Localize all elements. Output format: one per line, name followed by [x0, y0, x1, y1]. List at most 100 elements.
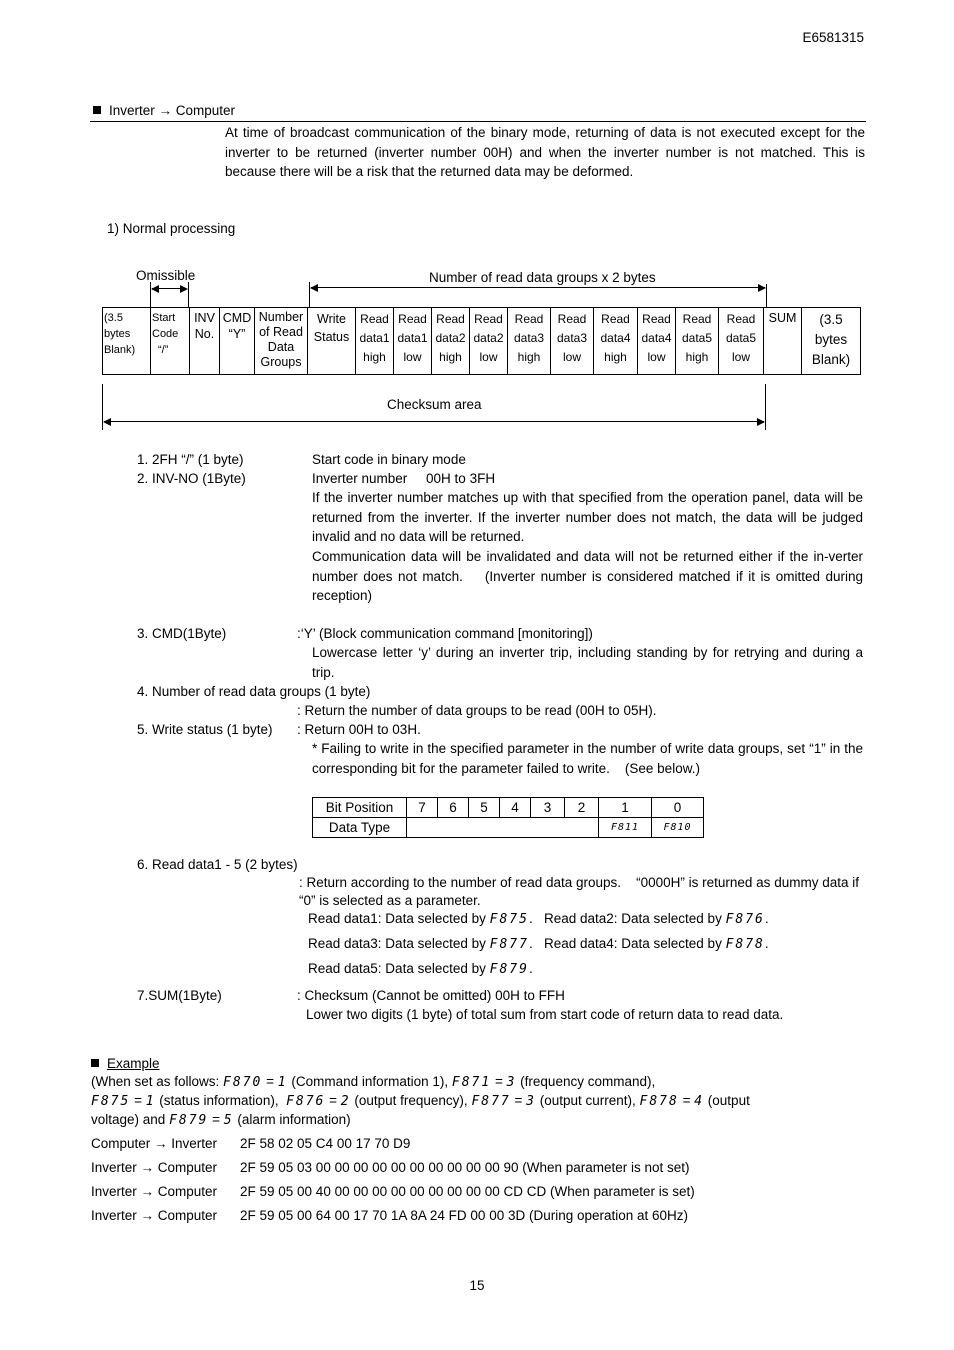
read-data-line-1: Read data1: Data selected by F875. Read … [308, 911, 769, 927]
bit-table-header-position: Bit Position [312, 797, 407, 818]
transmission-bytes: 2F 59 05 00 40 00 00 00 00 00 00 00 00 0… [240, 1184, 695, 1199]
bit-type-f810: F810 [651, 817, 704, 838]
frame-cell-read-data: Read data5 high [675, 307, 719, 375]
frame-cell-read-data: Read data1 low [393, 307, 432, 375]
transmission-direction: Computer → Inverter [91, 1136, 218, 1151]
item-2-note: Communication data will be invalidated a… [312, 549, 863, 603]
frame-cell-read-data: Read data3 high [507, 307, 551, 375]
bit-table-header-type: Data Type [312, 817, 407, 838]
frame-cell-read-data: Read data3 low [550, 307, 594, 375]
section-title: Inverter → Computer [109, 103, 236, 118]
item-1-label: 1. 2FH “/” (1 byte) [137, 452, 244, 467]
transmission-row: Inverter → Computer 2F 59 05 00 40 00 00 … [91, 1182, 695, 1202]
item-3-label: 3. CMD(1Byte) [137, 626, 227, 641]
transmission-direction: Inverter → Computer [91, 1184, 218, 1199]
transmission-row: Computer → Inverter 2F 58 02 05 C4 00 17 … [91, 1134, 410, 1154]
bit-type-f811: F811 [598, 817, 652, 838]
item-6-desc: : Return according to the number of read… [299, 875, 859, 908]
param-f878: F878 [725, 937, 765, 952]
checksum-bracket-right [765, 384, 766, 430]
bit-position: 0 [651, 797, 704, 818]
arrow-left-icon [151, 285, 159, 293]
param-f879: F879 [489, 962, 529, 977]
frame-cell-blank-start: (3.5 bytes Blank) [102, 307, 151, 375]
read-data-line-2: Read data3: Data selected by F877. Read … [308, 936, 769, 952]
item-1-desc: Start code in binary mode [312, 452, 466, 467]
bit-position: 5 [468, 797, 500, 818]
transmission-bytes: 2F 59 05 03 00 00 00 00 00 00 00 00 00 0… [240, 1160, 690, 1175]
groups-bracket-right [766, 284, 767, 307]
item-5-desc: : Return 00H to 03H. [297, 722, 421, 737]
frame-cell-read-data: Read data2 low [469, 307, 508, 375]
frame-cell-read-data: Read data4 low [637, 307, 676, 375]
item-3-detail: Lowercase letter ‘y’ during an inverter … [312, 645, 863, 680]
frame-cell-read-data: Read data5 low [718, 307, 764, 375]
read-data-line-3: Read data5: Data selected by F879. [308, 961, 533, 977]
section-intro: At time of broadcast communication of th… [225, 125, 865, 179]
item-4-desc: : Return the number of data groups to be… [297, 703, 657, 718]
example-setting-line-3: voltage) and F879 = 5 (alarm information… [91, 1112, 351, 1128]
bit-position: 6 [437, 797, 469, 818]
groups-arrow-line [311, 287, 765, 288]
item-6-label: 6. Read data1 - 5 (2 bytes) [137, 857, 298, 872]
item-2-desc: Inverter number 00H to 3FH [312, 471, 496, 486]
item-7-label: 7.SUM(1Byte) [137, 988, 222, 1003]
page-number: 15 [469, 1278, 485, 1293]
arrow-right-icon [180, 285, 188, 293]
arrow-left-icon [103, 418, 111, 426]
black-square-icon [93, 106, 101, 114]
groups-label: Number of read data groups x 2 bytes [429, 270, 656, 285]
transmission-direction: Inverter → Computer [91, 1160, 218, 1175]
item-3-desc: :‘Y’ (Block communication command [monit… [297, 626, 593, 641]
bit-type-empty [406, 817, 599, 838]
transmission-bytes: 2F 59 05 00 64 00 17 70 1A 8A 24 FD 00 0… [240, 1208, 689, 1223]
item-5-label: 5. Write status (1 byte) [137, 722, 273, 737]
subsection-title: 1) Normal processing [107, 221, 236, 236]
example-setting-line-1: (When set as follows: F870 = 1 (Command … [91, 1074, 656, 1090]
frame-cell-read-data: Read data2 high [431, 307, 470, 375]
arrow-left-icon [310, 284, 318, 292]
black-square-icon [91, 1059, 99, 1067]
document-id: E6581315 [802, 30, 864, 45]
param-f875: F875 [489, 912, 529, 927]
checksum-label: Checksum area [387, 397, 482, 412]
bit-position-table: Bit Position 7 6 5 4 3 2 1 0 Data Type F… [312, 797, 704, 838]
frame-format-diagram: (3.5 bytes Blank) Start Code “/” INV No. CMD “… [102, 307, 861, 375]
transmission-row: Inverter → Computer 2F 59 05 03 00 00 00 … [91, 1158, 690, 1178]
transmission-direction: Inverter → Computer [91, 1208, 218, 1223]
param-f877: F877 [489, 937, 529, 952]
arrow-right-icon [758, 284, 766, 292]
item-7-detail: Lower two digits (1 byte) of total sum f… [306, 1007, 784, 1022]
transmission-bytes: 2F 58 02 05 C4 00 17 70 D9 [240, 1136, 411, 1151]
param-f876: F876 [725, 912, 765, 927]
bit-position: 2 [564, 797, 599, 818]
arrow-right-icon [757, 418, 765, 426]
section-divider [90, 121, 866, 122]
transmission-row: Inverter → Computer 2F 59 05 00 64 00 17 … [91, 1206, 688, 1226]
item-5-detail: * Failing to write in the specified para… [312, 741, 863, 776]
example-setting-line-2: F875 = 1 (status information), F876 = 2 … [91, 1093, 750, 1109]
frame-cell-sum: SUM [763, 307, 802, 375]
example-heading: Example [91, 1054, 160, 1074]
frame-cell-read-data: Read data4 high [593, 307, 638, 375]
bit-position: 7 [406, 797, 438, 818]
bit-position: 1 [598, 797, 652, 818]
frame-cell-write-status: Write Status [307, 307, 356, 375]
frame-cell-read-data: Read data1 high [355, 307, 394, 375]
frame-cell-cmd: CMD “Y” [219, 307, 255, 375]
frame-cell-num-groups: Number of Read Data Groups [254, 307, 308, 375]
checksum-arrow-line [104, 421, 764, 422]
item-2-detail: If the inverter number matches up with t… [312, 490, 863, 544]
bit-position: 4 [499, 797, 531, 818]
item-2-label: 2. INV-NO (1Byte) [137, 471, 246, 486]
item-7-desc: : Checksum (Cannot be omitted) 00H to FF… [297, 988, 565, 1003]
bit-position: 3 [530, 797, 565, 818]
section-heading: Inverter → Computer [93, 103, 235, 118]
frame-cell-start-code: Start Code “/” [150, 307, 190, 375]
omissible-label: Omissible [136, 268, 196, 283]
frame-cell-blank-end: (3.5 bytes Blank) [801, 307, 861, 375]
item-4-label: 4. Number of read data groups (1 byte) [137, 684, 371, 699]
example-title: Example [107, 1056, 160, 1071]
frame-cell-inv-no: INV No. [189, 307, 220, 375]
omissible-bracket-right [188, 282, 189, 307]
